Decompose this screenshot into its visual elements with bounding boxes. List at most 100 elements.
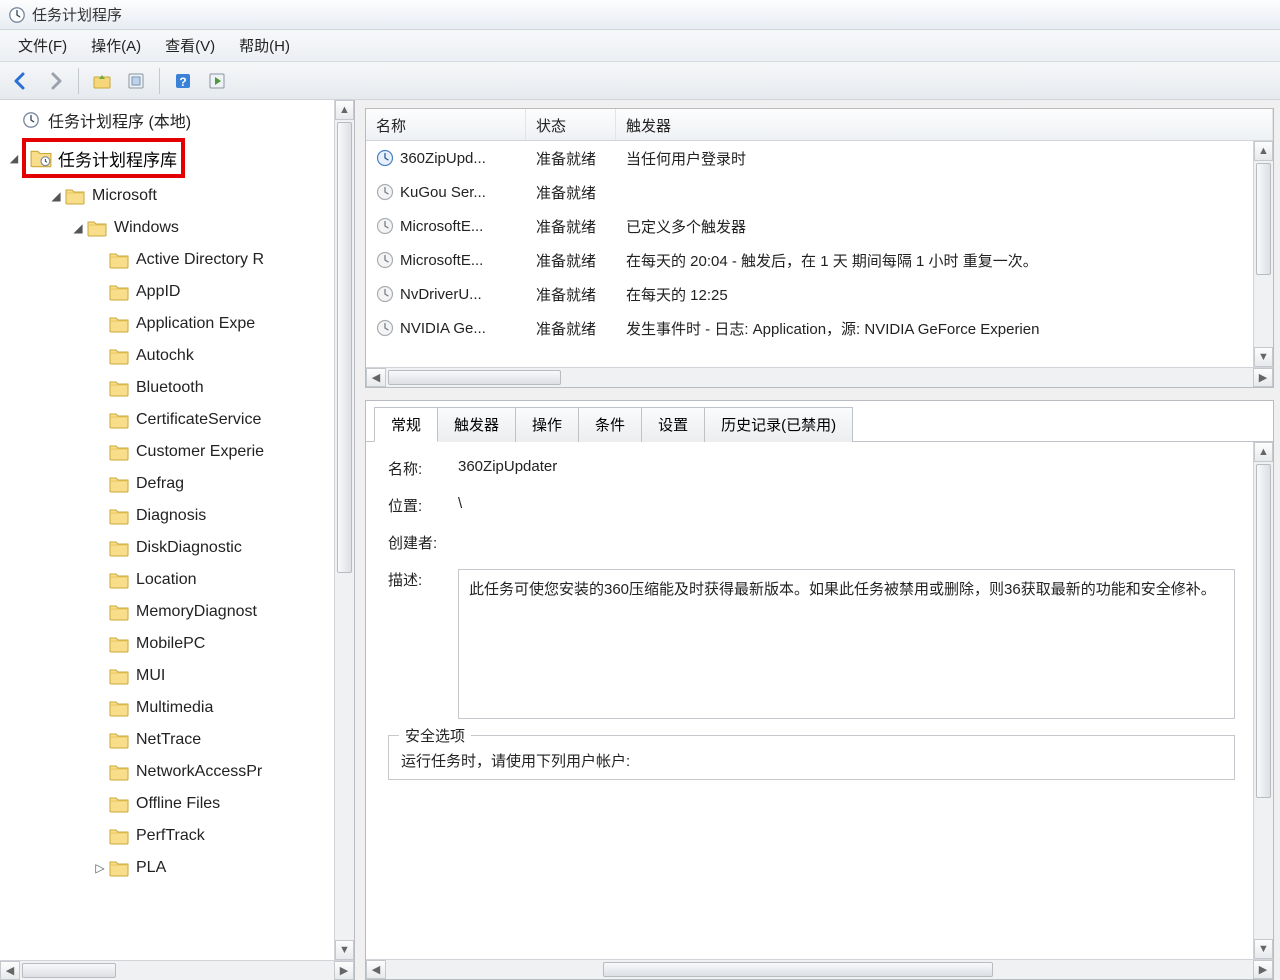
task-name: NvDriverU... — [400, 286, 482, 303]
tree-item[interactable]: ▷PLA — [0, 852, 334, 884]
tree-item[interactable]: CertificateService — [0, 404, 334, 436]
task-row[interactable]: NvDriverU...准备就绪在每天的 12:25 — [366, 277, 1253, 311]
tree-item-windows[interactable]: ◢Windows — [0, 212, 334, 244]
tree-item[interactable]: NetTrace — [0, 724, 334, 756]
folder-icon — [108, 634, 130, 654]
tree-horizontal-scrollbar[interactable]: ◀ ▶ — [0, 960, 354, 980]
task-list-body[interactable]: 360ZipUpd...准备就绪当任何用户登录时KuGou Ser...准备就绪… — [366, 141, 1253, 367]
tree-library-highlighted[interactable]: 任务计划程序库 — [22, 138, 185, 178]
tree-item[interactable]: MobilePC — [0, 628, 334, 660]
tree-item[interactable]: Bluetooth — [0, 372, 334, 404]
scroll-down-arrow-icon[interactable]: ▼ — [335, 940, 354, 960]
tree-root[interactable]: 任务计划程序 (本地) — [0, 104, 334, 136]
tree-twisty-icon[interactable]: ▷ — [92, 861, 108, 875]
tab-conditions[interactable]: 条件 — [578, 407, 642, 442]
tree-item-label: 任务计划程序库 — [58, 146, 177, 171]
scroll-left-arrow-icon[interactable]: ◀ — [366, 368, 386, 387]
value-creator — [458, 532, 1235, 553]
forward-button[interactable] — [40, 66, 70, 96]
menu-view[interactable]: 查看(V) — [153, 31, 227, 60]
column-header-name[interactable]: 名称 — [366, 109, 526, 140]
scroll-up-arrow-icon[interactable]: ▲ — [335, 100, 354, 120]
list-horizontal-scrollbar[interactable]: ◀ ▶ — [366, 367, 1273, 387]
tree-scroll-area[interactable]: 任务计划程序 (本地) ◢ 任务计划程序库 ◢Microsoft◢WindowsAct… — [0, 100, 334, 960]
tree-item[interactable]: Diagnosis — [0, 500, 334, 532]
tree-item[interactable]: DiskDiagnostic — [0, 532, 334, 564]
scroll-right-arrow-icon[interactable]: ▶ — [1253, 368, 1273, 387]
tree-item[interactable]: NetworkAccessPr — [0, 756, 334, 788]
tab-general[interactable]: 常规 — [374, 407, 438, 442]
tree-twisty-icon[interactable]: ◢ — [48, 189, 64, 203]
scroll-down-arrow-icon[interactable]: ▼ — [1254, 939, 1273, 959]
scroll-left-arrow-icon[interactable]: ◀ — [366, 960, 386, 979]
library-folder-icon — [30, 148, 52, 168]
task-list-header: 名称 状态 触发器 — [366, 109, 1273, 141]
tree-item[interactable]: Offline Files — [0, 788, 334, 820]
tree-item-label: CertificateService — [136, 411, 261, 429]
menu-help[interactable]: 帮助(H) — [227, 31, 302, 60]
scroll-right-arrow-icon[interactable]: ▶ — [1253, 960, 1273, 979]
tab-actions[interactable]: 操作 — [515, 407, 579, 442]
tree-vertical-scrollbar[interactable]: ▲ ▼ — [334, 100, 354, 960]
tree-item[interactable]: Defrag — [0, 468, 334, 500]
window-title: 任务计划程序 — [32, 4, 122, 25]
tree-item-label: Location — [136, 571, 197, 589]
task-row[interactable]: NVIDIA Ge...准备就绪发生事件时 - 日志: Application，… — [366, 311, 1253, 345]
tree-twisty-icon[interactable]: ◢ — [6, 152, 22, 165]
tree-item[interactable]: MemoryDiagnost — [0, 596, 334, 628]
run-button[interactable] — [202, 66, 232, 96]
tree-item[interactable]: Customer Experie — [0, 436, 334, 468]
task-row[interactable]: MicrosoftE...准备就绪已定义多个触发器 — [366, 209, 1253, 243]
tree-item[interactable]: Application Expe — [0, 308, 334, 340]
tree-item-label: Defrag — [136, 475, 184, 493]
task-clock-icon — [376, 149, 394, 167]
tree-item-label: NetworkAccessPr — [136, 763, 262, 781]
scroll-right-arrow-icon[interactable]: ▶ — [334, 961, 354, 980]
tree-item[interactable]: AppID — [0, 276, 334, 308]
tree-twisty-icon[interactable]: ◢ — [70, 221, 86, 235]
scroll-down-arrow-icon[interactable]: ▼ — [1254, 347, 1273, 367]
tree-item-label: MemoryDiagnost — [136, 603, 257, 621]
tree-item[interactable]: Autochk — [0, 340, 334, 372]
properties-button[interactable] — [121, 66, 151, 96]
tab-triggers[interactable]: 触发器 — [437, 407, 516, 442]
tree-item[interactable]: MUI — [0, 660, 334, 692]
task-trigger: 在每天的 20:04 - 触发后，在 1 天 期间每隔 1 小时 重复一次。 — [616, 250, 1253, 271]
detail-horizontal-scrollbar[interactable]: ◀ ▶ — [366, 959, 1273, 979]
scroll-up-arrow-icon[interactable]: ▲ — [1254, 141, 1273, 161]
detail-vertical-scrollbar[interactable]: ▲ ▼ — [1253, 442, 1273, 959]
task-trigger: 已定义多个触发器 — [616, 216, 1253, 237]
tree-item[interactable]: Active Directory R — [0, 244, 334, 276]
folder-icon — [108, 346, 130, 366]
scroll-up-arrow-icon[interactable]: ▲ — [1254, 442, 1273, 462]
task-trigger: 当任何用户登录时 — [616, 148, 1253, 169]
column-header-status[interactable]: 状态 — [526, 109, 616, 140]
toolbar-separator — [159, 68, 160, 94]
task-status: 准备就绪 — [526, 284, 616, 305]
task-status: 准备就绪 — [526, 250, 616, 271]
back-button[interactable] — [6, 66, 36, 96]
tab-settings[interactable]: 设置 — [641, 407, 705, 442]
task-row[interactable]: 360ZipUpd...准备就绪当任何用户登录时 — [366, 141, 1253, 175]
task-row[interactable]: MicrosoftE...准备就绪在每天的 20:04 - 触发后，在 1 天 … — [366, 243, 1253, 277]
up-folder-button[interactable] — [87, 66, 117, 96]
tab-history[interactable]: 历史记录(已禁用) — [704, 407, 853, 442]
menu-action[interactable]: 操作(A) — [79, 31, 153, 60]
help-button[interactable]: ? — [168, 66, 198, 96]
task-list: 名称 状态 触发器 360ZipUpd...准备就绪当任何用户登录时KuGou … — [365, 108, 1274, 388]
column-header-trigger[interactable]: 触发器 — [616, 109, 1273, 140]
folder-icon — [86, 218, 108, 238]
scroll-left-arrow-icon[interactable]: ◀ — [0, 961, 20, 980]
folder-icon — [108, 474, 130, 494]
tree-item-microsoft[interactable]: ◢Microsoft — [0, 180, 334, 212]
tree-item[interactable]: Location — [0, 564, 334, 596]
folder-icon — [108, 250, 130, 270]
task-row[interactable]: KuGou Ser...准备就绪 — [366, 175, 1253, 209]
menu-bar: 文件(F) 操作(A) 查看(V) 帮助(H) — [0, 30, 1280, 62]
label-name: 名称: — [388, 458, 458, 479]
tree-item[interactable]: Multimedia — [0, 692, 334, 724]
list-vertical-scrollbar[interactable]: ▲ ▼ — [1253, 141, 1273, 367]
tree-item[interactable]: PerfTrack — [0, 820, 334, 852]
menu-file[interactable]: 文件(F) — [6, 31, 79, 60]
description-box[interactable]: 此任务可使您安装的360压缩能及时获得最新版本。如果此任务被禁用或删除，则36获… — [458, 569, 1235, 719]
